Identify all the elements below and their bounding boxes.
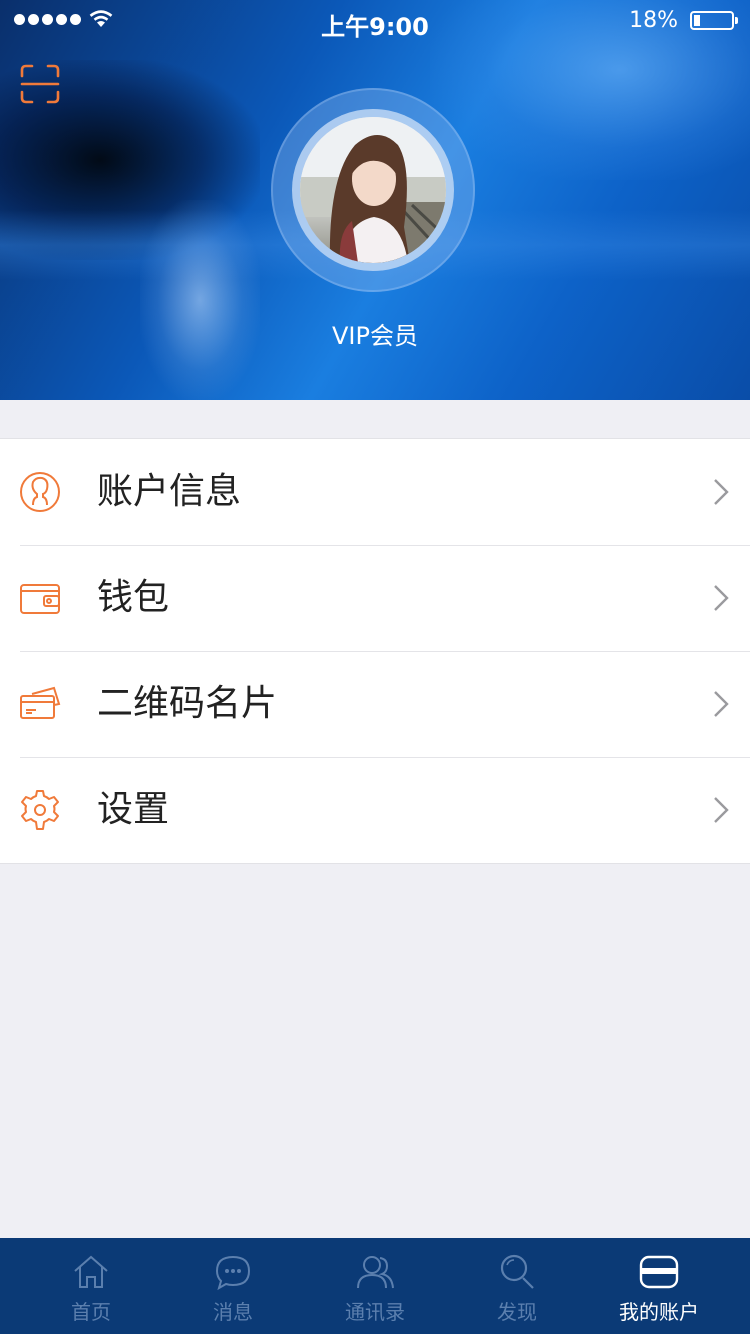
home-icon: [74, 1255, 108, 1288]
tab-contacts[interactable]: 通讯录: [304, 1238, 446, 1334]
contacts-icon: [357, 1256, 394, 1289]
menu-item-settings[interactable]: 设置: [0, 757, 750, 863]
account-card-icon: [639, 1255, 679, 1289]
chevron-right-icon: [714, 479, 729, 505]
scan-button[interactable]: [18, 62, 62, 106]
tab-label: 我的账户: [619, 1300, 699, 1324]
tab-label: 通讯录: [345, 1300, 405, 1324]
menu-item-label: 账户信息: [97, 471, 242, 512]
tab-label: 首页: [71, 1300, 111, 1324]
account-menu: 账户信息 钱包 二维码名片 设置: [0, 438, 750, 864]
gear-icon: [21, 790, 59, 830]
menu-item-wallet[interactable]: 钱包: [0, 545, 750, 651]
menu-item-account-info[interactable]: 账户信息: [0, 439, 750, 545]
chevron-right-icon: [714, 691, 729, 717]
message-icon: [215, 1255, 251, 1291]
menu-item-label: 钱包: [97, 577, 170, 618]
search-icon: [500, 1254, 534, 1289]
tab-bar: 首页 消息 通讯录 发现 我的账户: [0, 1238, 750, 1334]
tab-home[interactable]: 首页: [20, 1238, 162, 1334]
menu-item-label: 二维码名片: [97, 683, 278, 724]
tab-my-account[interactable]: 我的账户: [588, 1238, 730, 1334]
avatar-photo: [300, 117, 446, 263]
menu-item-label: 设置: [97, 789, 170, 830]
menu-item-qr-card[interactable]: 二维码名片: [0, 651, 750, 757]
tab-label: 发现: [497, 1300, 537, 1324]
avatar[interactable]: [300, 117, 446, 263]
chevron-right-icon: [714, 797, 729, 823]
card-icon: [20, 686, 61, 719]
chevron-right-icon: [714, 585, 729, 611]
user-circle-icon: [20, 472, 60, 512]
tab-messages[interactable]: 消息: [162, 1238, 304, 1334]
wallet-icon: [20, 584, 60, 614]
status-bar: 上午9:00 18%: [0, 0, 750, 41]
battery-percent: 18%: [629, 8, 678, 33]
battery-icon: [690, 11, 738, 30]
tab-label: 消息: [213, 1300, 253, 1324]
tab-discover[interactable]: 发现: [446, 1238, 588, 1334]
member-level-label: VIP会员: [332, 322, 418, 350]
profile-header: 上午9:00 18% VIP会员: [0, 0, 750, 400]
